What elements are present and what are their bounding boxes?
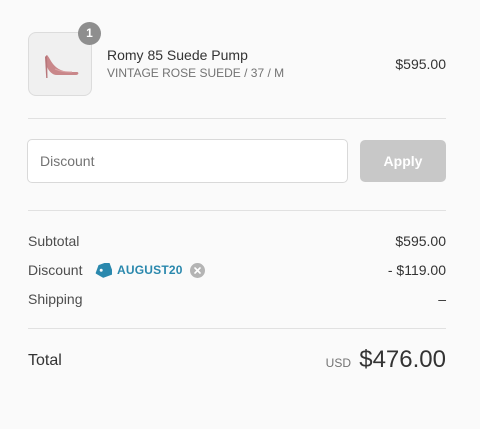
product-price: $595.00 (395, 56, 446, 72)
product-variant: VINTAGE ROSE SUEDE / 37 / M (107, 66, 285, 80)
discount-code: AUGUST20 (117, 263, 183, 277)
total-amount: $476.00 (359, 346, 446, 373)
line-item: 1 Romy 85 Suede Pump VINTAGE ROSE SUEDE … (28, 22, 446, 96)
subtotal-label: Subtotal (28, 233, 80, 249)
shipping-label: Shipping (28, 291, 83, 307)
divider (28, 118, 446, 119)
divider (28, 328, 446, 329)
subtotal-value: $595.00 (395, 233, 446, 249)
discount-label: Discount (28, 262, 83, 278)
product-name: Romy 85 Suede Pump (107, 47, 248, 63)
total-currency: USD (325, 356, 351, 370)
quantity-badge: 1 (78, 22, 101, 45)
remove-discount-button[interactable] (189, 262, 205, 278)
shipping-value: – (438, 291, 446, 307)
discount-value: - $119.00 (387, 262, 446, 278)
pump-shoe-icon (45, 55, 79, 78)
apply-button[interactable]: Apply (360, 140, 446, 182)
tag-icon (95, 262, 112, 278)
applied-discount-code: AUGUST20 (95, 262, 205, 278)
divider (28, 210, 446, 211)
close-icon (193, 266, 201, 274)
order-summary: 1 Romy 85 Suede Pump VINTAGE ROSE SUEDE … (0, 0, 480, 429)
discount-input[interactable] (27, 139, 348, 183)
total-label: Total (28, 352, 62, 369)
